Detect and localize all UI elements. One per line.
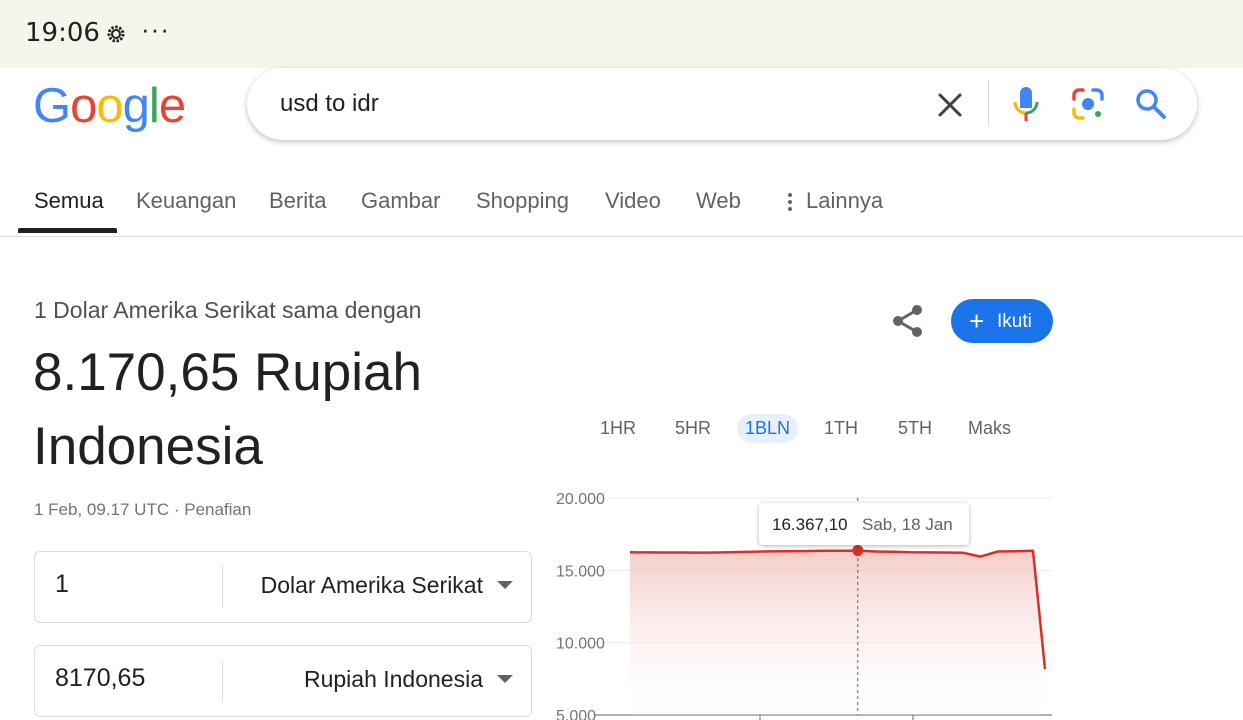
- logo-letter: e: [158, 79, 186, 133]
- tab-shopping[interactable]: Shopping: [476, 188, 569, 214]
- chart-y-tick-label: 5.000: [556, 708, 596, 720]
- to-amount-input[interactable]: [55, 664, 215, 693]
- chevron-down-icon[interactable]: [497, 581, 513, 589]
- tab-semua[interactable]: Semua: [34, 188, 104, 214]
- range-1hr[interactable]: 1HR: [592, 414, 644, 443]
- share-icon[interactable]: [889, 302, 927, 340]
- status-time: 19:06: [25, 18, 100, 48]
- range-5hr[interactable]: 5HR: [667, 414, 719, 443]
- logo-letter: g: [122, 79, 150, 133]
- search-divider: [988, 80, 989, 126]
- search-box[interactable]: [247, 68, 1197, 140]
- converter-separator: [222, 566, 223, 608]
- close-icon[interactable]: [933, 88, 967, 122]
- status-bar: 19:06 ···: [0, 0, 1243, 68]
- chevron-down-icon[interactable]: [497, 675, 513, 683]
- chart-tooltip: 16.367,10 Sab, 18 Jan: [759, 503, 969, 545]
- from-currency-select[interactable]: Dolar Amerika Serikat: [261, 572, 483, 599]
- range-1bln[interactable]: 1BLN: [737, 414, 799, 443]
- chart-area-fill: [630, 550, 1045, 715]
- gear-icon: [107, 25, 125, 43]
- google-logo[interactable]: Google: [33, 78, 186, 134]
- search-icon[interactable]: [1133, 86, 1169, 122]
- tab-video[interactable]: Video: [605, 188, 661, 214]
- logo-letter: o: [96, 79, 123, 133]
- range-1th[interactable]: 1TH: [816, 414, 866, 443]
- search-tabs: Semua Keuangan Berita Gambar Shopping Vi…: [0, 170, 1243, 237]
- follow-label: Ikuti: [997, 311, 1032, 332]
- conversion-caption: 1 Dolar Amerika Serikat sama dengan: [34, 297, 422, 323]
- to-currency-select[interactable]: Rupiah Indonesia: [304, 666, 483, 693]
- conversion-timestamp[interactable]: 1 Feb, 09.17 UTC · Penafian: [34, 500, 251, 520]
- chart-y-tick-label: 20.000: [556, 491, 605, 508]
- search-input[interactable]: [280, 86, 880, 122]
- range-5th[interactable]: 5TH: [890, 414, 940, 443]
- logo-letter: G: [33, 79, 71, 133]
- chart-highlight-point: [852, 545, 864, 557]
- follow-button[interactable]: + Ikuti: [951, 299, 1053, 343]
- tab-keuangan[interactable]: Keuangan: [136, 188, 236, 214]
- tab-web[interactable]: Web: [696, 188, 741, 214]
- conversion-result: 8.170,65 Rupiah Indonesia: [33, 343, 422, 476]
- tab-gambar[interactable]: Gambar: [361, 188, 440, 214]
- lens-icon[interactable]: [1070, 86, 1106, 122]
- converter-from-row: Dolar Amerika Serikat: [34, 551, 532, 623]
- tooltip-date: Sab, 18 Jan: [862, 515, 953, 534]
- converter-to-row: Rupiah Indonesia: [34, 645, 532, 717]
- status-more-icon: ···: [141, 14, 170, 44]
- tab-lainnya[interactable]: Lainnya: [806, 188, 883, 214]
- plus-icon: +: [969, 306, 985, 336]
- range-maks[interactable]: Maks: [960, 414, 1019, 443]
- logo-letter: o: [70, 79, 97, 133]
- active-tab-indicator: [18, 228, 117, 233]
- logo-letter: l: [148, 79, 160, 133]
- chart-y-tick-label: 10.000: [556, 636, 605, 653]
- converter-separator: [222, 660, 223, 702]
- more-vert-icon[interactable]: [784, 192, 796, 212]
- chart-y-tick-label: 15.000: [556, 563, 605, 580]
- tooltip-value: 16.367,10: [772, 515, 848, 534]
- from-amount-input[interactable]: [55, 570, 215, 599]
- mic-icon[interactable]: [1010, 84, 1042, 124]
- tab-berita[interactable]: Berita: [269, 188, 326, 214]
